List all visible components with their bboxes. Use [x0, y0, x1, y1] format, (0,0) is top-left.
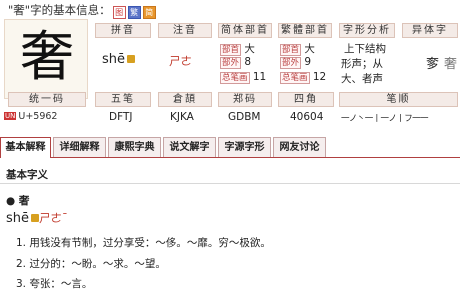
header-trad-radical: 繁體部首: [278, 23, 332, 38]
definition-item: 3. 夸张：～言。: [16, 278, 93, 290]
tab-basic[interactable]: 基本解释: [0, 137, 51, 158]
total-tag: 总笔画: [220, 72, 250, 84]
header-pinyin: 拼音: [95, 23, 151, 38]
radical-tag: 部首: [280, 44, 302, 56]
tab-detail[interactable]: 详细解释: [53, 137, 106, 157]
outer-tag: 部外: [280, 57, 302, 69]
radical-tag: 部首: [220, 44, 242, 56]
definition-item: 2. 过分的：～盼。～求。～望。: [16, 258, 166, 270]
definition-item: 1. 用钱没有节制，过分享受：～侈。～靡。穷～极欲。: [16, 237, 271, 249]
entry-heading: ● 奢: [6, 195, 30, 207]
trad-total-row: 总笔画 12: [280, 71, 326, 84]
title-text: "奢"字的基本信息：: [8, 3, 111, 17]
image-icon[interactable]: 图: [112, 6, 126, 19]
simple-outer-row: 部外 8: [220, 56, 251, 69]
entry-pronunciation: shē ㄕㄜˉ: [6, 210, 68, 226]
simple-radical: 大: [244, 43, 255, 55]
sijiao-value: 40604: [290, 111, 324, 123]
big-character: 奢: [20, 25, 74, 88]
entry-zhuyin: ㄕㄜˉ: [39, 211, 68, 225]
zhengma-value: GDBM: [228, 111, 261, 123]
entry-pinyin: shē: [6, 211, 30, 226]
tab-discussion[interactable]: 网友讨论: [273, 137, 326, 157]
structure-line-1: 上下结构: [344, 43, 386, 55]
unicode-tag: UN: [4, 112, 17, 120]
header-zhuyin: 注音: [158, 23, 212, 38]
header-unicode: 统一码: [8, 92, 86, 107]
trad-radical: 大: [304, 43, 315, 55]
cangjie-value: KJKA: [170, 111, 194, 123]
simple-total: 11: [252, 71, 267, 83]
bishun-value: 一ノ丶一丨一ノ丨フ一一: [341, 114, 429, 124]
header-variant: 异体字: [402, 23, 458, 38]
section-divider: [0, 183, 460, 184]
header-zhengma: 郑码: [218, 92, 272, 107]
total-tag: 总笔画: [280, 72, 310, 84]
trad-outer-row: 部外 9: [280, 56, 311, 69]
page-title: "奢"字的基本信息：图繁简: [8, 2, 156, 19]
unicode-label: UN U+5962: [4, 111, 57, 122]
unicode-value: U+5962: [18, 111, 58, 122]
header-wubi: 五笔: [95, 92, 151, 107]
header-simple-radical: 简体部首: [218, 23, 272, 38]
simplified-icon[interactable]: 简: [142, 6, 156, 19]
tab-kangxi[interactable]: 康熙字典: [108, 137, 161, 157]
zhuyin-value: ㄕㄜ: [169, 54, 192, 68]
tab-shuowen[interactable]: 说文解字: [163, 137, 216, 157]
wubi-value: DFTJ: [109, 111, 133, 123]
traditional-icon[interactable]: 繁: [127, 6, 141, 19]
trad-total: 12: [312, 71, 327, 83]
pinyin-value: shē: [102, 52, 136, 67]
section-title: 基本字义: [6, 169, 48, 181]
tab-ziyuan[interactable]: 字源字形: [218, 137, 271, 157]
header-bishun: 笔顺: [339, 92, 458, 107]
tabs-underline: [0, 157, 460, 158]
variant-char[interactable]: 奓: [426, 53, 439, 72]
header-cangjie: 倉頡: [158, 92, 212, 107]
simple-total-row: 总笔画 11: [220, 71, 266, 84]
trad-outer: 9: [304, 56, 312, 68]
simple-radical-row: 部首 大: [220, 41, 255, 56]
variant-char-2[interactable]: 奢: [444, 53, 457, 72]
speaker-icon[interactable]: [31, 214, 40, 222]
header-structure: 字形分析: [339, 23, 395, 38]
header-sijiao: 四角: [278, 92, 334, 107]
outer-tag: 部外: [220, 57, 242, 69]
trad-radical-row: 部首 大: [280, 41, 315, 56]
structure-line-3: 大、者声: [341, 73, 383, 85]
speaker-icon[interactable]: [127, 55, 136, 63]
structure-line-2: 形声；从: [341, 58, 383, 70]
pinyin-text: shē: [102, 52, 126, 67]
simple-outer: 8: [244, 56, 252, 68]
